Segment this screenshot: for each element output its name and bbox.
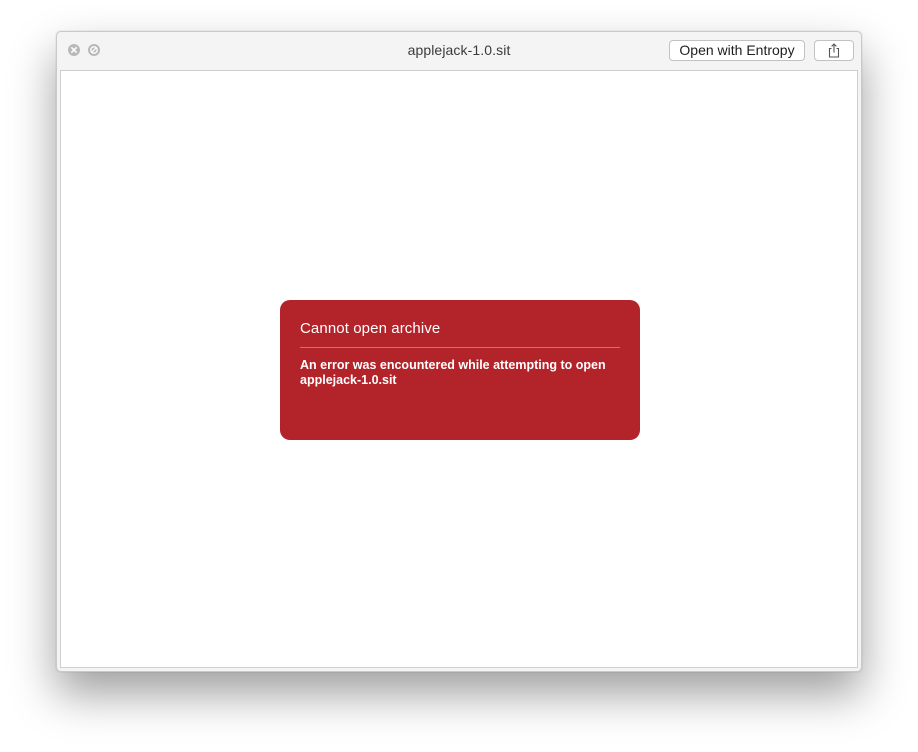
share-button[interactable]: [814, 40, 854, 61]
error-message-line1: An error was encountered while attemptin…: [300, 358, 606, 372]
error-panel: Cannot open archive An error was encount…: [280, 300, 640, 440]
quicklook-window: applejack-1.0.sit Open with Entropy Cann…: [56, 31, 862, 672]
error-title: Cannot open archive: [300, 320, 441, 337]
share-icon: [828, 43, 840, 58]
open-with-button[interactable]: Open with Entropy: [669, 40, 805, 61]
title-bar[interactable]: applejack-1.0.sit Open with Entropy: [57, 32, 861, 70]
error-message: An error was encountered while attemptin…: [300, 358, 620, 388]
error-divider: [300, 347, 620, 348]
error-message-line2: applejack-1.0.sit: [300, 373, 397, 387]
preview-area: Cannot open archive An error was encount…: [60, 70, 858, 668]
